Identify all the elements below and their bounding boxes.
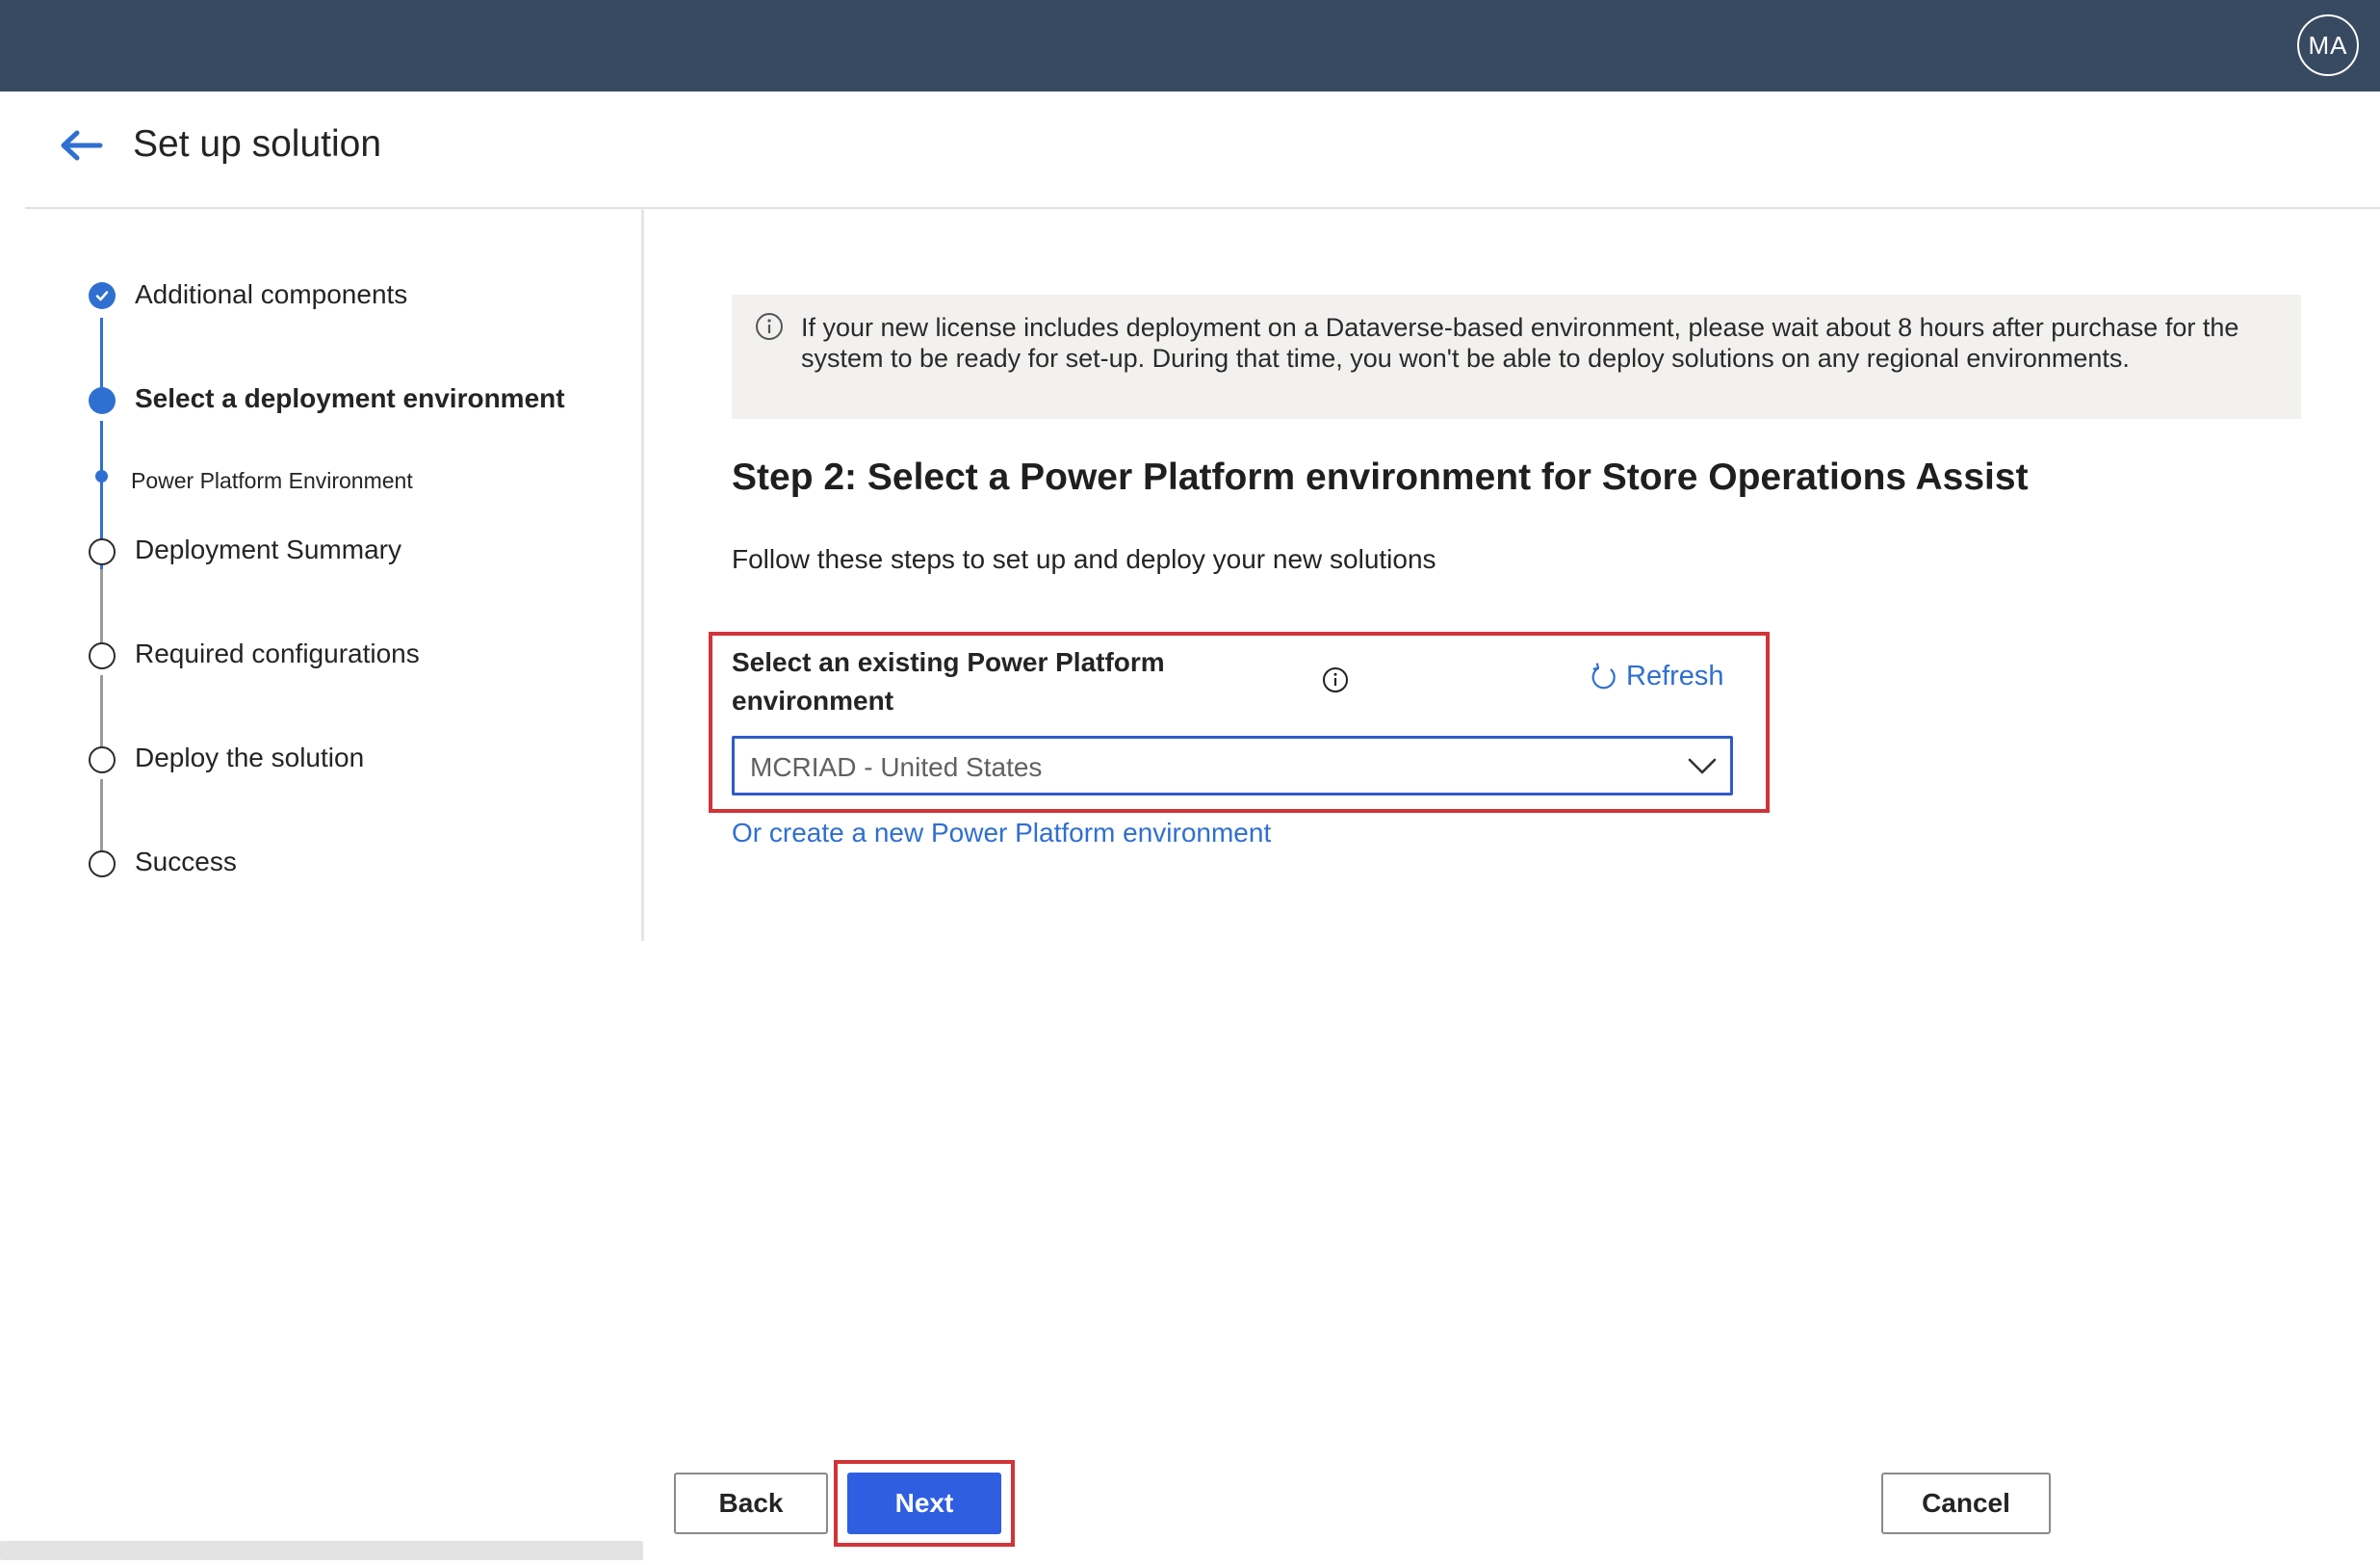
step-connector [100,779,103,860]
user-avatar[interactable]: MA [2297,14,2359,76]
info-icon [756,313,783,340]
step-pending-marker [89,642,116,669]
horizontal-scrollbar[interactable] [0,1541,643,1560]
page-title: Set up solution [133,123,382,165]
refresh-icon [1591,662,1616,689]
step-connector [100,318,103,393]
step-pending-marker [89,850,116,877]
step-select-deployment-environment[interactable]: Select a deployment environment [135,383,565,414]
chevron-down-icon [1688,758,1717,774]
refresh-label: Refresh [1626,661,1724,691]
environment-dropdown-value: MCRIAD - United States [750,752,1043,782]
environment-dropdown[interactable]: MCRIAD - United States [732,736,1733,796]
substep-power-platform-environment[interactable]: Power Platform Environment [131,468,413,494]
step-deployment-summary[interactable]: Deployment Summary [135,535,401,565]
page-header: Set up solution [25,91,2380,209]
back-button[interactable]: Back [674,1473,828,1534]
step-pending-marker [89,746,116,773]
step-pending-marker [89,538,116,565]
step-additional-components[interactable]: Additional components [135,279,407,310]
info-message-bar: If your new license includes deployment … [732,295,2301,419]
step-heading: Step 2: Select a Power Platform environm… [732,456,2029,498]
refresh-button[interactable]: Refresh [1590,661,1724,692]
next-button[interactable]: Next [847,1473,1001,1534]
checkmark-icon [95,291,109,301]
step-current-marker [89,387,116,414]
stepper: Additional components Select a deploymen… [25,209,641,941]
info-message-text: If your new license includes deployment … [801,313,2239,373]
top-bar: MA [0,0,2380,91]
create-environment-link[interactable]: Or create a new Power Platform environme… [732,818,1271,848]
cancel-button[interactable]: Cancel [1881,1473,2051,1534]
step-description: Follow these steps to set up and deploy … [732,544,1436,574]
info-icon[interactable] [1322,666,1349,693]
arrow-left-icon[interactable] [58,126,104,165]
step-success[interactable]: Success [135,847,237,877]
step-completed-icon [89,282,116,309]
environment-field-label: Select an existing Power Platform enviro… [732,647,1165,716]
substep-marker [95,470,108,483]
step-deploy-the-solution[interactable]: Deploy the solution [135,743,364,773]
stepper-panel: Additional components Select a deploymen… [25,209,644,941]
step-required-configurations[interactable]: Required configurations [135,639,420,669]
step-connector [100,675,103,756]
step-connector [100,569,103,652]
